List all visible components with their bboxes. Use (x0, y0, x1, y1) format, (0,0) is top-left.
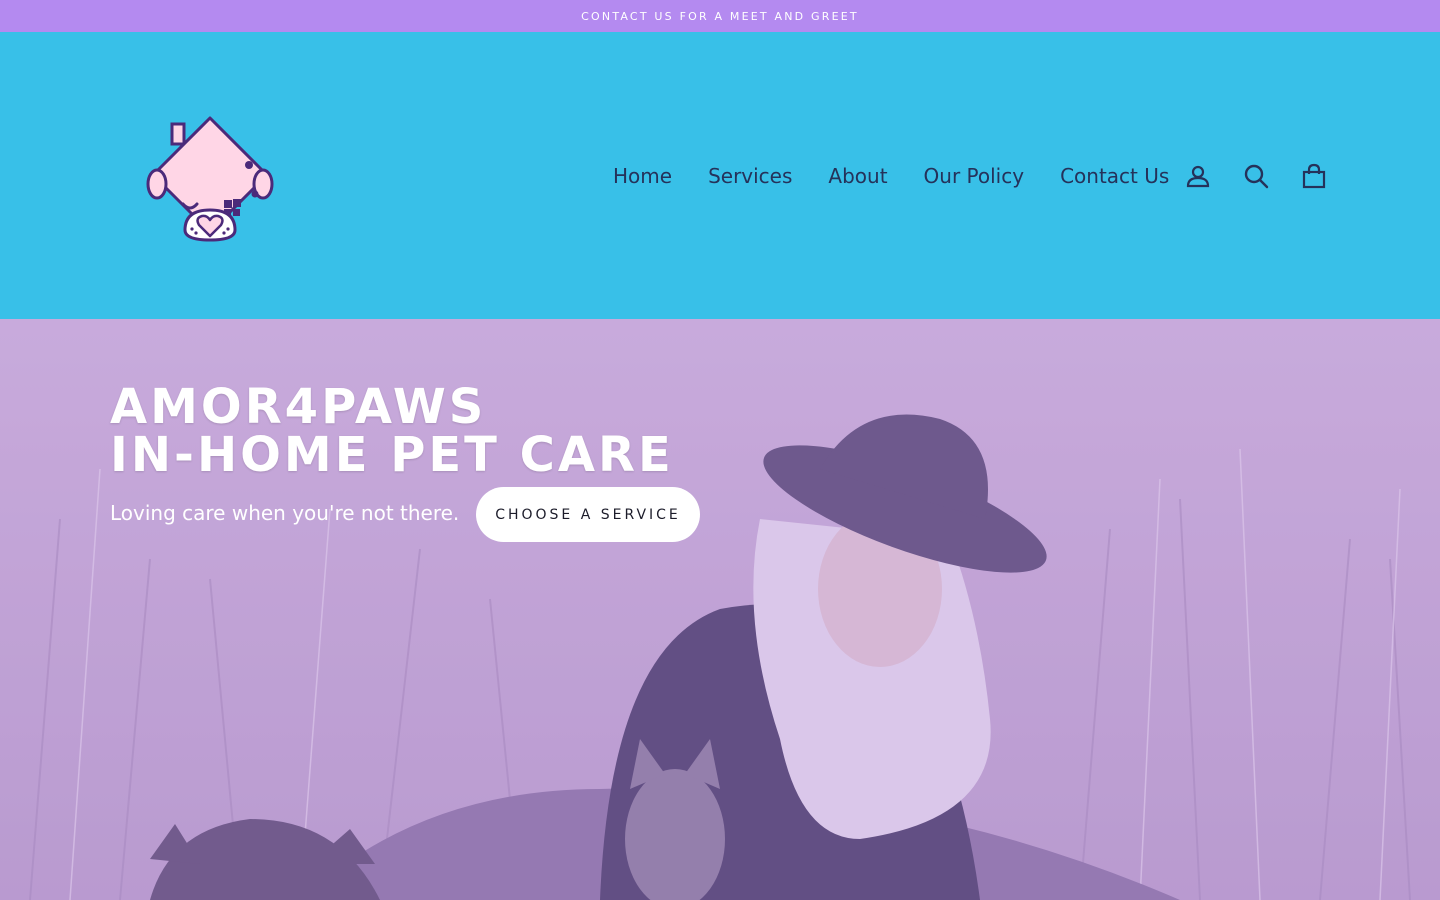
nav-contact-us[interactable]: Contact Us (1060, 164, 1169, 188)
header-icons (1180, 158, 1354, 194)
nav-our-policy[interactable]: Our Policy (924, 164, 1025, 188)
hero-title-line-2: IN-HOME PET CARE (110, 427, 674, 483)
hero-title-line-1: AMOR4PAWS (110, 379, 487, 435)
cart-icon[interactable] (1296, 158, 1332, 194)
announcement-bar: CONTACT US FOR A MEET AND GREET (0, 0, 1440, 32)
nav-about[interactable]: About (828, 164, 887, 188)
account-icon[interactable] (1180, 158, 1216, 194)
hero-title: AMOR4PAWS IN-HOME PET CARE (110, 383, 674, 479)
choose-a-service-button[interactable]: CHOOSE A SERVICE (476, 487, 700, 542)
nav-home[interactable]: Home (613, 164, 672, 188)
main-nav: Home Services About Our Policy Contact U… (595, 156, 1187, 196)
announcement-text: CONTACT US FOR A MEET AND GREET (581, 9, 859, 23)
nav-services[interactable]: Services (708, 164, 792, 188)
hero-section: AMOR4PAWS IN-HOME PET CARE Loving care w… (0, 319, 1440, 900)
hero-subtitle: Loving care when you're not there. (110, 501, 460, 525)
house-heart-logo[interactable] (145, 112, 275, 242)
site-header: Home Services About Our Policy Contact U… (0, 32, 1440, 319)
search-icon[interactable] (1238, 158, 1274, 194)
